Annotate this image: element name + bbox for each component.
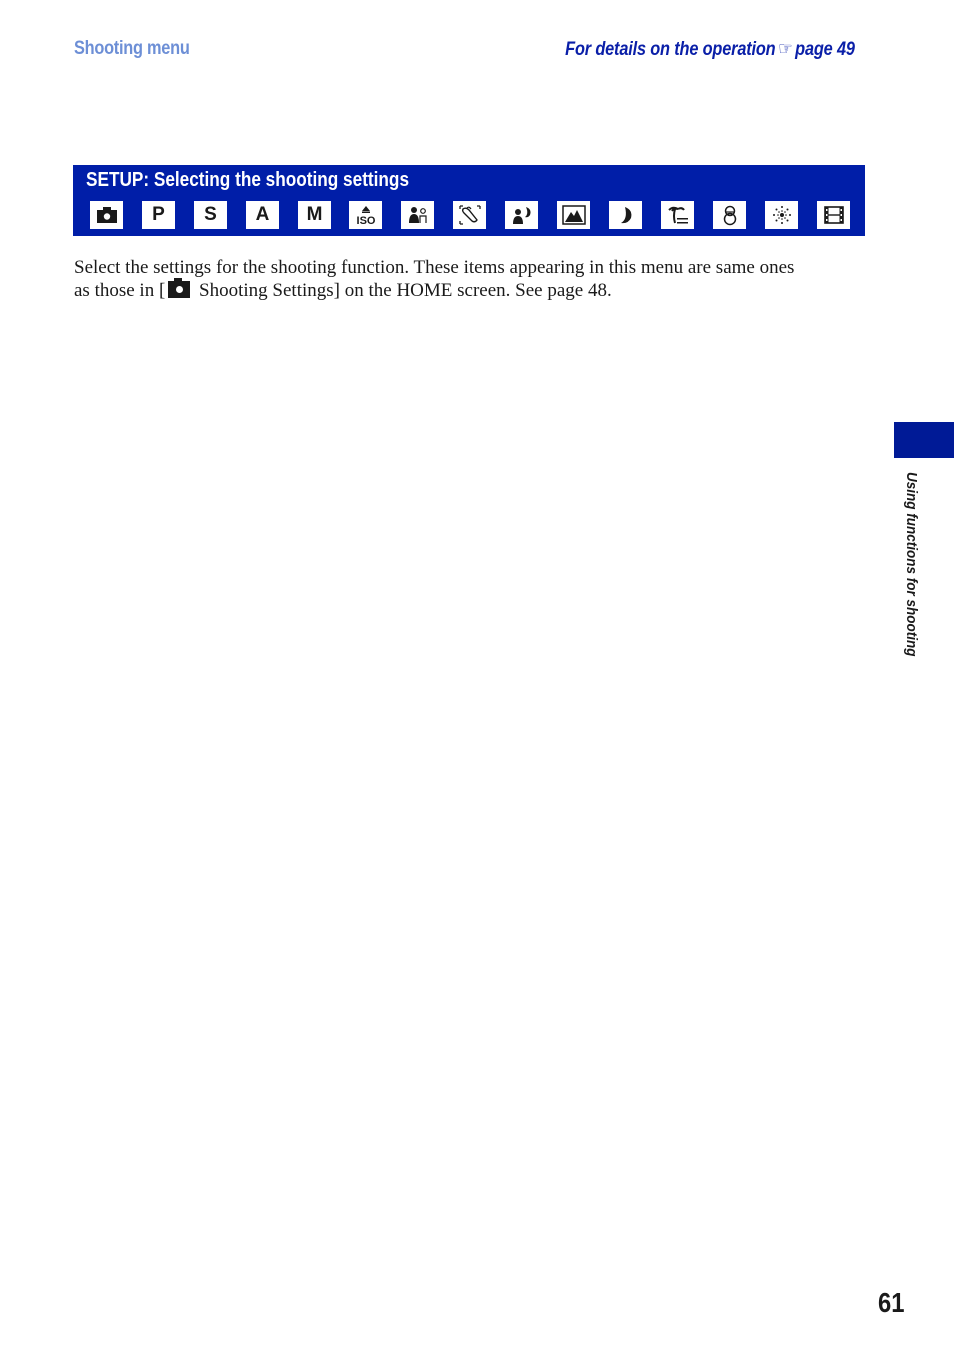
section-title: Shooting menu	[74, 38, 190, 59]
camera-icon	[168, 278, 191, 298]
body-line-2-suffix: Shooting Settings] on the HOME screen. S…	[194, 280, 612, 301]
auto-camera-icon	[90, 201, 123, 229]
cross-reference-page: page 49	[795, 39, 855, 60]
chapter-tab-marker	[894, 422, 954, 458]
chapter-tab-label: Using functions for shooting	[903, 472, 920, 657]
setup-box: SETUP: Selecting the shooting settings P…	[73, 165, 865, 236]
manual-mode-icon: M	[298, 201, 331, 229]
movie-mode-icon	[817, 201, 850, 229]
body-line-1: Select the settings for the shooting fun…	[74, 257, 795, 278]
page-number: 61	[878, 1287, 905, 1318]
body-paragraph: Select the settings for the shooting fun…	[74, 256, 864, 302]
shutter-priority-icon: S	[194, 201, 227, 229]
beach-icon	[661, 201, 694, 229]
snow-icon	[713, 201, 746, 229]
cross-reference-link[interactable]: For details on the operation ☞ page 49	[565, 38, 855, 61]
svg-text:ISO: ISO	[356, 215, 375, 226]
body-line-2-prefix: as those in [	[74, 280, 166, 301]
aperture-priority-icon: A	[246, 201, 279, 229]
landscape-icon	[557, 201, 590, 229]
cross-reference-text: For details on the operation	[565, 39, 776, 60]
soft-snap-icon	[453, 201, 486, 229]
twilight-portrait-icon	[505, 201, 538, 229]
program-mode-icon: P	[142, 201, 175, 229]
setup-title: SETUP: Selecting the shooting settings	[86, 169, 410, 191]
pointing-hand-icon: ☞	[778, 39, 793, 60]
fireworks-icon	[765, 201, 798, 229]
high-sensitivity-iso-icon: ISO	[349, 201, 382, 229]
twilight-moon-icon	[609, 201, 642, 229]
smile-shutter-icon	[401, 201, 434, 229]
